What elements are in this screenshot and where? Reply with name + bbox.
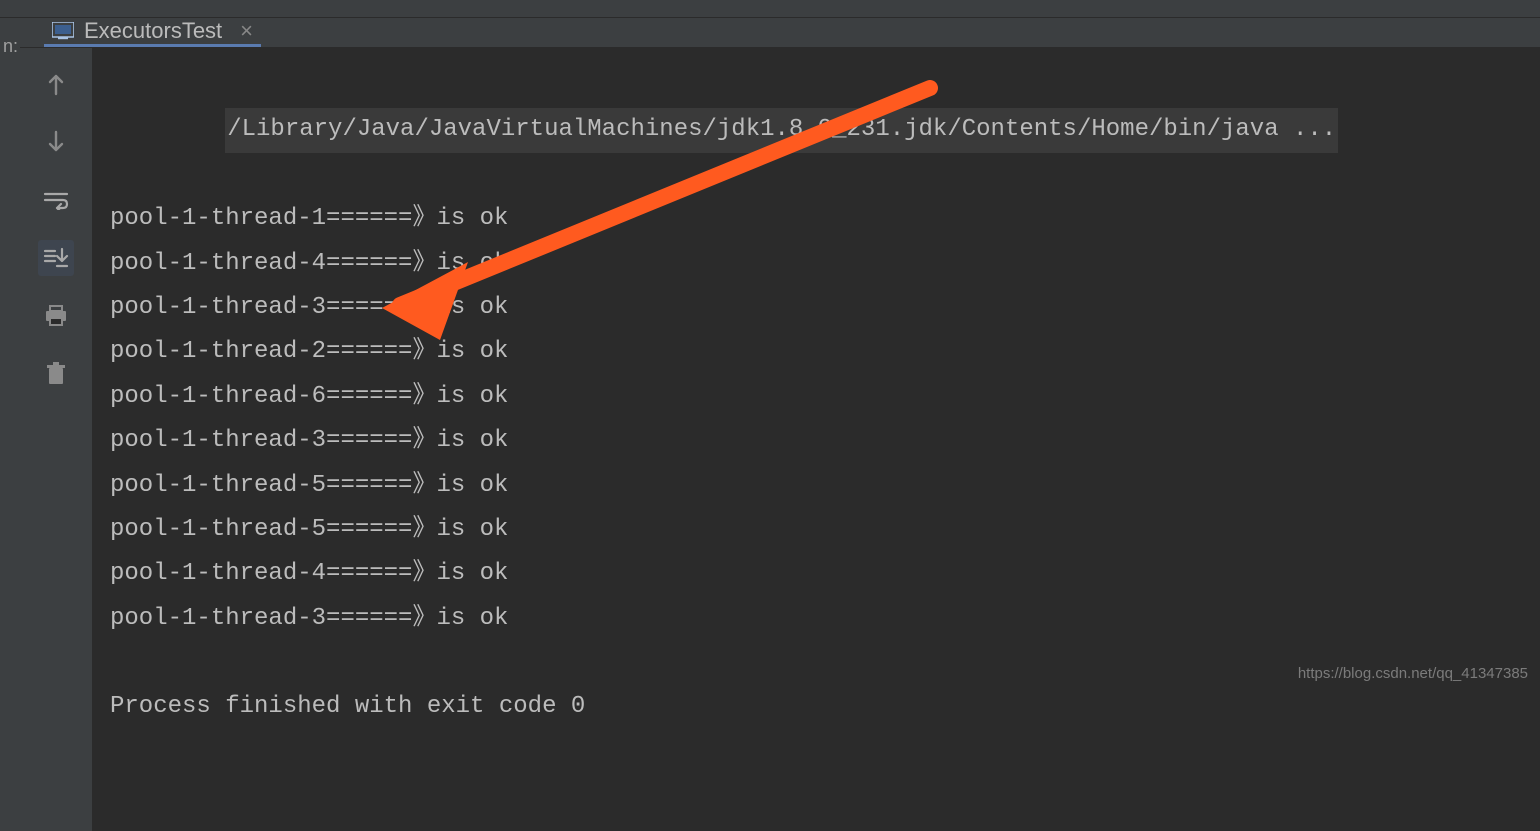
console-line: pool-1-thread-3======》is ok bbox=[110, 419, 1522, 463]
print-icon[interactable] bbox=[38, 298, 74, 334]
down-stack-icon[interactable] bbox=[38, 124, 74, 160]
up-stack-icon[interactable] bbox=[38, 66, 74, 102]
console-line: pool-1-thread-6======》is ok bbox=[110, 375, 1522, 419]
close-icon[interactable]: × bbox=[240, 18, 253, 44]
console-line: pool-1-thread-5======》is ok bbox=[110, 508, 1522, 552]
watermark-text: https://blog.csdn.net/qq_41347385 bbox=[1298, 665, 1528, 682]
run-panel: ExecutorsTest × bbox=[20, 18, 1540, 688]
console-output[interactable]: /Library/Java/JavaVirtualMachines/jdk1.8… bbox=[92, 48, 1540, 831]
main-panel: n: ExecutorsTest × bbox=[0, 18, 1540, 688]
console-exit-line: Process finished with exit code 0 bbox=[110, 685, 1522, 729]
left-panel-label: n: bbox=[0, 18, 20, 688]
tab-executors-test[interactable]: ExecutorsTest × bbox=[44, 18, 261, 47]
console-line: pool-1-thread-3======》is ok bbox=[110, 286, 1522, 330]
window-top-bar bbox=[0, 0, 1540, 18]
panel-body: /Library/Java/JavaVirtualMachines/jdk1.8… bbox=[20, 48, 1540, 831]
console-line: pool-1-thread-4======》is ok bbox=[110, 552, 1522, 596]
console-command-line: /Library/Java/JavaVirtualMachines/jdk1.8… bbox=[225, 108, 1338, 152]
application-icon bbox=[52, 22, 74, 40]
console-line: pool-1-thread-3======》is ok bbox=[110, 597, 1522, 641]
tab-label: ExecutorsTest bbox=[84, 18, 222, 44]
soft-wrap-icon[interactable] bbox=[38, 182, 74, 218]
console-line: pool-1-thread-1======》is ok bbox=[110, 197, 1522, 241]
console-toolbar bbox=[20, 48, 92, 831]
console-line: pool-1-thread-5======》is ok bbox=[110, 464, 1522, 508]
trash-icon[interactable] bbox=[38, 356, 74, 392]
console-line: pool-1-thread-4======》is ok bbox=[110, 242, 1522, 286]
scroll-to-end-icon[interactable] bbox=[38, 240, 74, 276]
tab-bar: ExecutorsTest × bbox=[20, 18, 1540, 48]
console-line: pool-1-thread-2======》is ok bbox=[110, 330, 1522, 374]
